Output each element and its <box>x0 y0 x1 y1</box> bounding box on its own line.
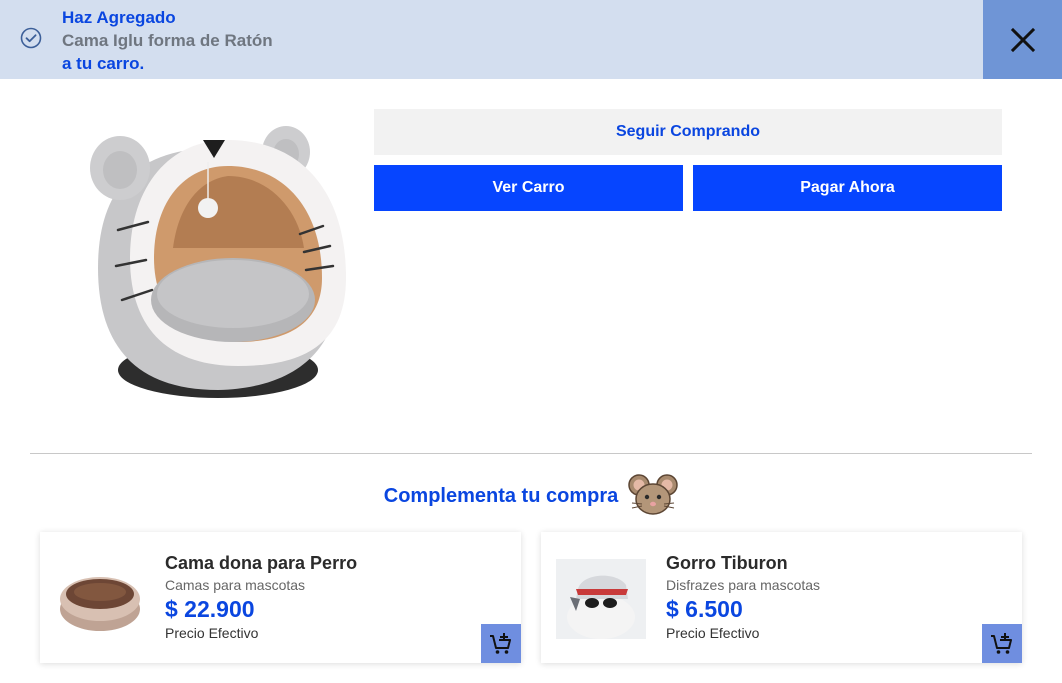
product-name: Cama dona para Perro <box>165 553 358 573</box>
banner-to-cart-label: a tu carro. <box>62 54 145 73</box>
add-to-cart-icon <box>490 632 511 654</box>
banner-product-name: Cama Iglu forma de Ratón <box>62 31 273 50</box>
product-category: Disfrazes para mascotas <box>666 577 821 593</box>
product-price: $ 6.500 <box>666 596 743 622</box>
complement-header: Complementa tu compra <box>0 472 1062 516</box>
close-button[interactable] <box>983 0 1062 79</box>
product-category: Camas para mascotas <box>165 577 306 593</box>
product-card[interactable]: Cama dona para Perro Camas para mascotas… <box>40 532 521 663</box>
mouse-icon <box>628 474 678 515</box>
banner-message: Haz Agregado Cama Iglu forma de Ratón a … <box>62 6 273 75</box>
add-to-cart-button[interactable] <box>982 624 1022 663</box>
check-circle-icon <box>20 27 42 49</box>
view-cart-button[interactable]: Ver Carro <box>374 165 683 211</box>
product-image <box>90 126 346 398</box>
complement-title: Complementa tu compra <box>383 484 619 507</box>
product-price: $ 22.900 <box>165 596 255 622</box>
product-price-label: Precio Efectivo <box>666 625 760 641</box>
product-name: Gorro Tiburon <box>666 553 788 573</box>
add-to-cart-icon <box>991 632 1012 654</box>
continue-shopping-button[interactable]: Seguir Comprando <box>374 109 1002 155</box>
add-to-cart-button[interactable] <box>481 624 521 663</box>
product-price-label: Precio Efectivo <box>165 625 259 641</box>
close-icon <box>1010 27 1035 52</box>
product-thumbnail <box>60 577 140 631</box>
added-to-cart-banner: Haz Agregado Cama Iglu forma de Ratón a … <box>0 0 1062 79</box>
pay-now-button[interactable]: Pagar Ahora <box>693 165 1002 211</box>
section-divider <box>30 453 1032 454</box>
product-thumbnail <box>556 559 646 639</box>
product-card[interactable]: Gorro Tiburon Disfrazes para mascotas $ … <box>541 532 1022 663</box>
banner-added-label: Haz Agregado <box>62 8 176 27</box>
